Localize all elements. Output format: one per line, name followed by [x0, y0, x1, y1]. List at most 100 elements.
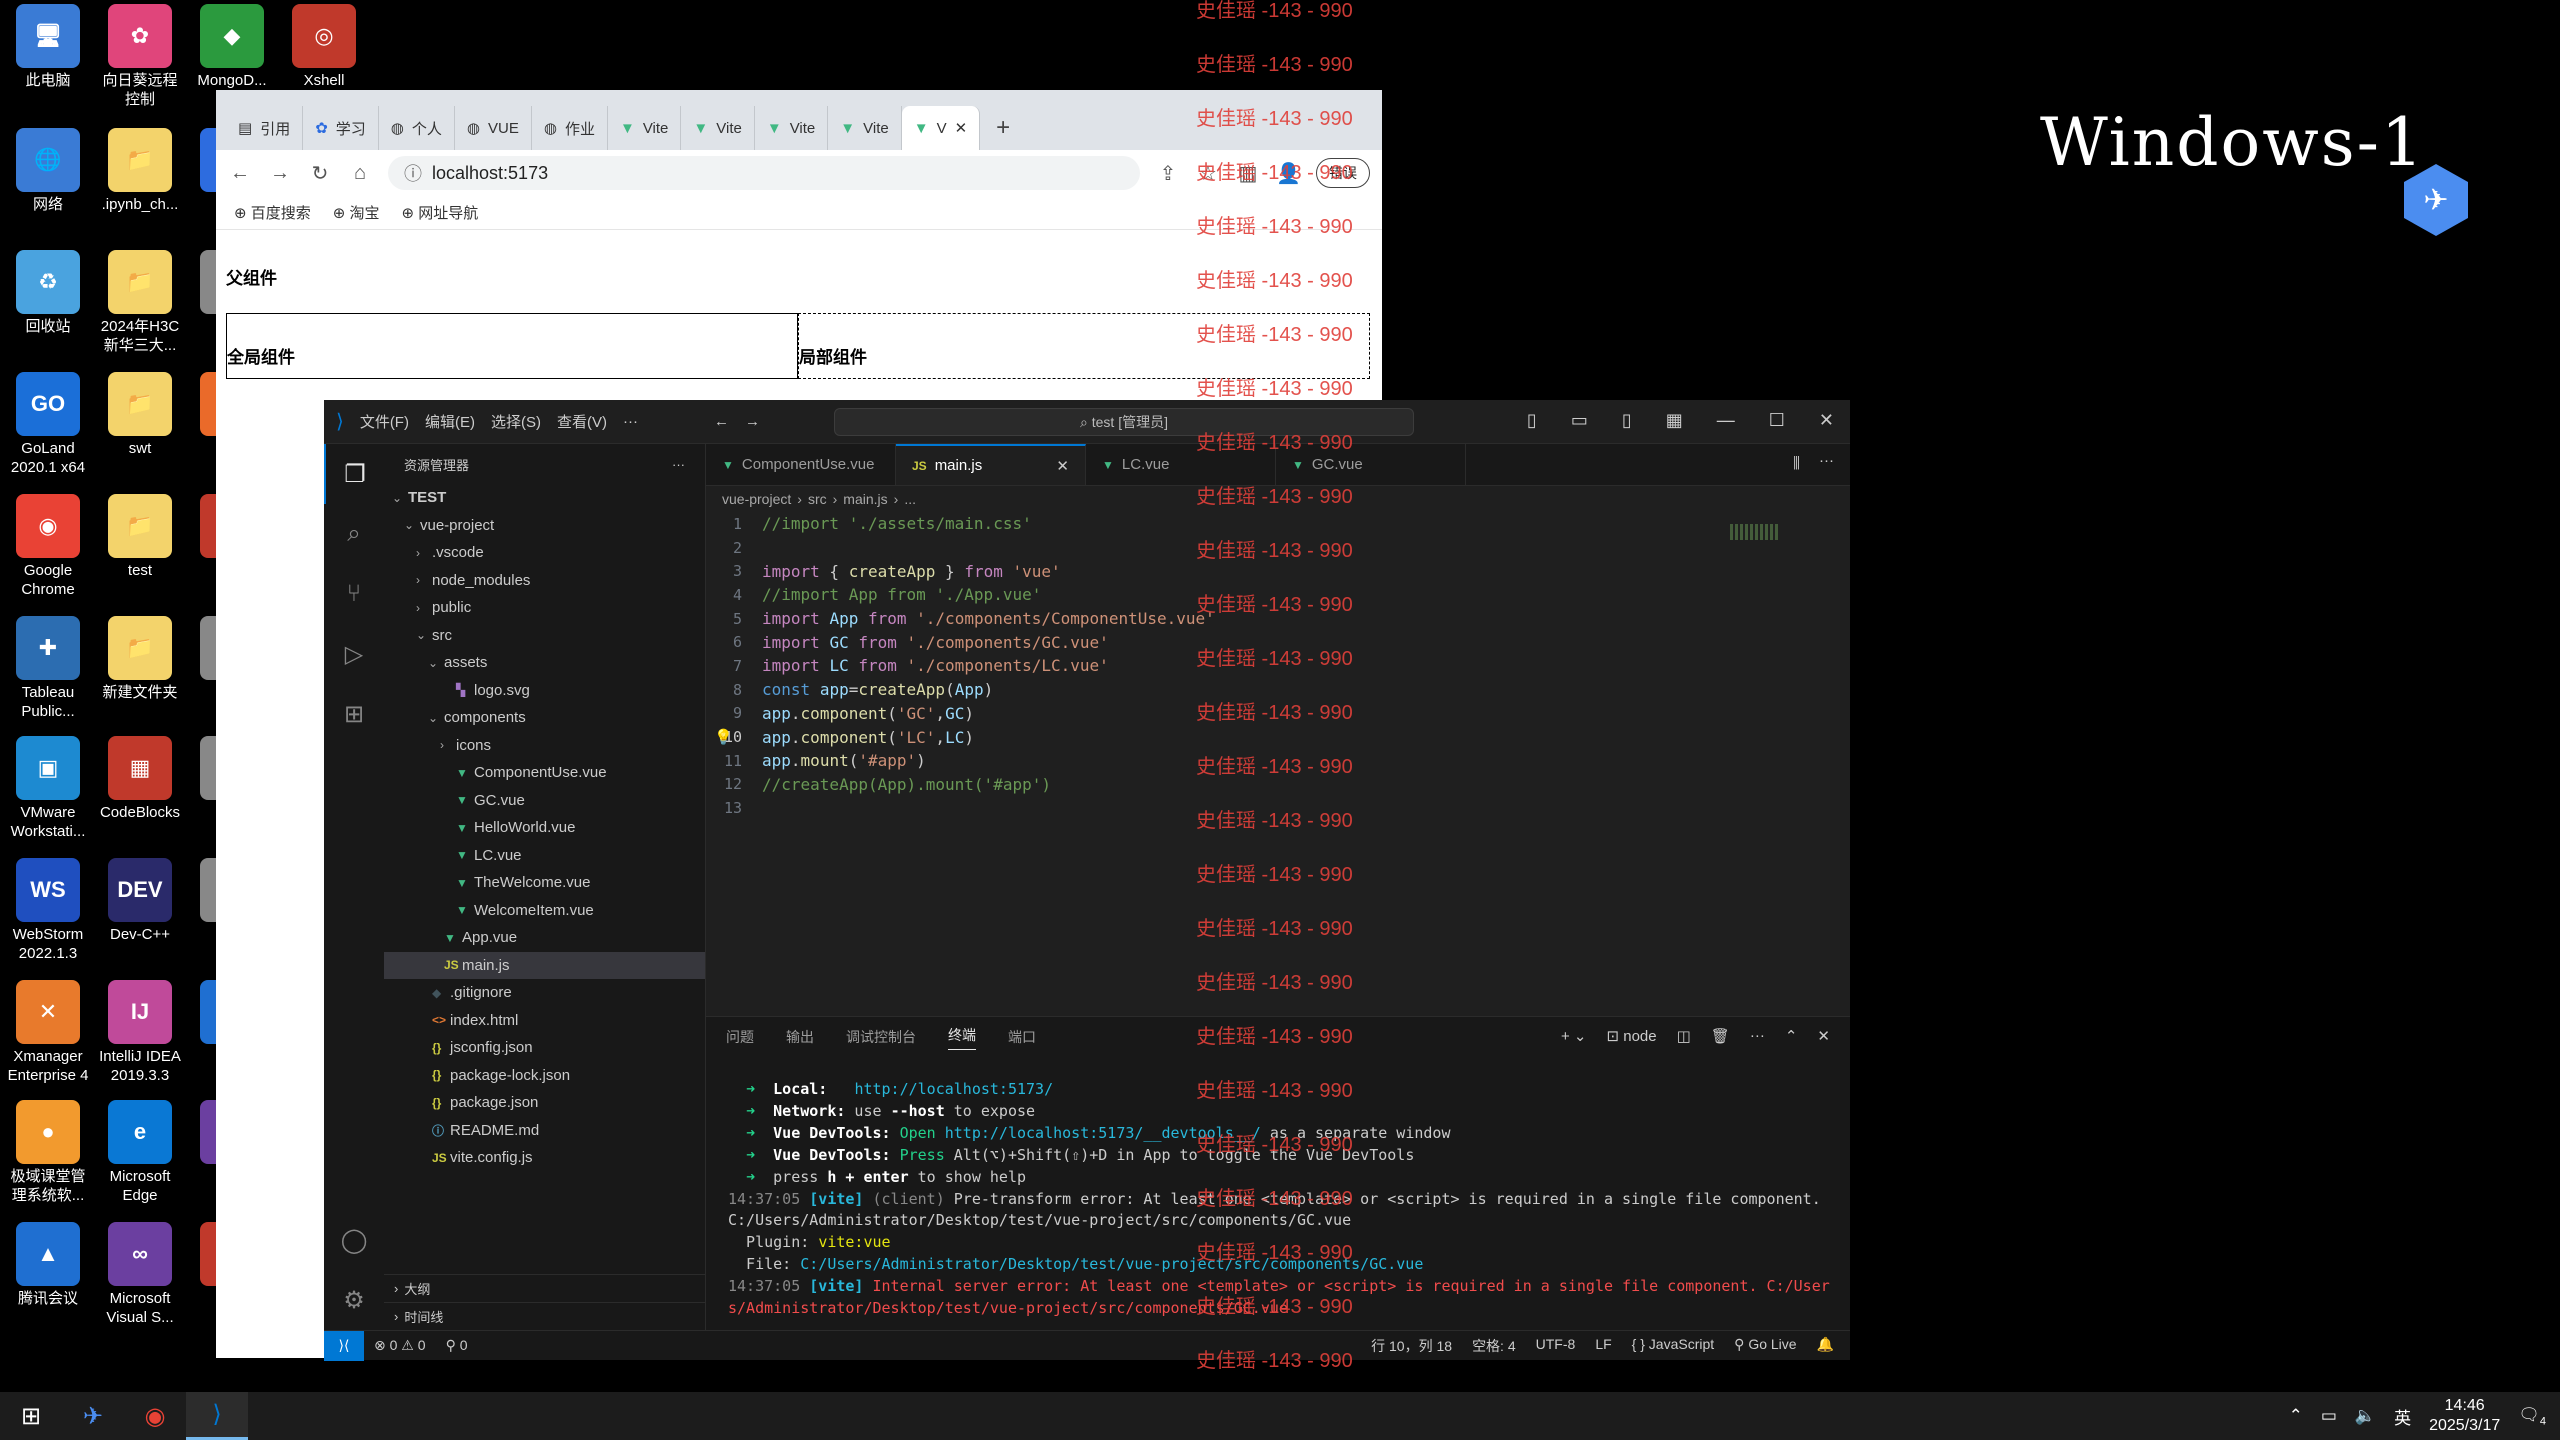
- desktop-icon[interactable]: ▣ VMware Workstati...: [0, 736, 96, 842]
- tree-folder[interactable]: ⌄ vue-project: [384, 512, 705, 540]
- toggle-panel-icon[interactable]: ▭: [1571, 410, 1588, 431]
- forward-icon[interactable]: →: [268, 162, 292, 185]
- network-icon[interactable]: ▭: [2321, 1406, 2337, 1426]
- menu-selection[interactable]: 选择(S): [491, 411, 541, 432]
- tree-file[interactable]: ▼ GC.vue: [384, 787, 705, 815]
- tree-file[interactable]: {} jsconfig.json: [384, 1034, 705, 1062]
- desktop-icon[interactable]: 📁 2024年H3C 新华三大...: [92, 250, 188, 356]
- run-debug-icon[interactable]: ▷: [324, 624, 384, 684]
- trash-icon[interactable]: 🗑: [1711, 1027, 1730, 1045]
- desktop-icon[interactable]: ♻ 回收站: [0, 250, 96, 337]
- remote-icon[interactable]: ⟩⟨: [324, 1330, 364, 1361]
- panel-tab[interactable]: 输出: [786, 1027, 814, 1047]
- clock[interactable]: 14:46 2025/3/17: [2429, 1396, 2500, 1436]
- browser-tab[interactable]: ▼ Vite: [681, 106, 755, 150]
- problems-status[interactable]: ⊗ 0 ⚠ 0: [374, 1337, 426, 1354]
- minimap[interactable]: [1730, 524, 1780, 540]
- share-icon[interactable]: ⇪: [1156, 161, 1180, 186]
- tree-file[interactable]: ▼ App.vue: [384, 924, 705, 952]
- editor-tab[interactable]: ▼ ComponentUse.vue: [706, 444, 896, 485]
- volume-icon[interactable]: 🔈: [2355, 1406, 2376, 1426]
- tree-folder[interactable]: ⌄ TEST: [384, 484, 705, 512]
- tray-overflow-icon[interactable]: ⌃: [2289, 1406, 2303, 1426]
- minimize-icon[interactable]: —: [1717, 410, 1735, 431]
- toggle-sidebar-icon[interactable]: ▯: [1527, 410, 1537, 431]
- tree-folder[interactable]: ⌄ src: [384, 622, 705, 650]
- desktop-icon[interactable]: 📁 test: [92, 494, 188, 581]
- desktop-icon[interactable]: ▲ 腾讯会议: [0, 1222, 96, 1309]
- breadcrumb-item[interactable]: ...: [904, 491, 916, 507]
- desktop-icon[interactable]: DEV Dev-C++: [92, 858, 188, 945]
- desktop-icon[interactable]: ✿ 向日葵远程 控制: [92, 4, 188, 110]
- browser-tab[interactable]: ▼ V ✕: [901, 106, 981, 150]
- tree-file[interactable]: JS main.js: [384, 951, 705, 979]
- browser-tab[interactable]: ▼ Vite: [828, 106, 902, 150]
- ime-indicator[interactable]: 英: [2394, 1404, 2411, 1429]
- desktop-icon[interactable]: e Microsoft Edge: [92, 1100, 188, 1206]
- breadcrumb-item[interactable]: vue-project: [722, 491, 791, 507]
- nav-back-icon[interactable]: ←: [714, 413, 729, 430]
- back-icon[interactable]: ←: [228, 162, 252, 185]
- desktop-icon[interactable]: 🖥 此电脑: [0, 4, 96, 91]
- maximize-icon[interactable]: ☐: [1769, 410, 1785, 431]
- menu-view[interactable]: 查看(V): [557, 411, 607, 432]
- lightbulb-icon[interactable]: 💡: [714, 728, 733, 746]
- notification-center-icon[interactable]: 🗨4: [2518, 1405, 2546, 1427]
- editor-tab[interactable]: JS main.js ✕: [896, 444, 1086, 485]
- encoding[interactable]: UTF-8: [1536, 1336, 1576, 1356]
- start-windows-icon[interactable]: ⊞: [0, 1392, 62, 1440]
- desktop-icon[interactable]: GO GoLand 2020.1 x64: [0, 372, 96, 478]
- desktop-icon[interactable]: ✚ Tableau Public...: [0, 616, 96, 722]
- bookmark-baidu[interactable]: ⊕ 百度搜索: [234, 202, 311, 223]
- tree-file[interactable]: ▼ LC.vue: [384, 842, 705, 870]
- desktop-icon[interactable]: WS WebStorm 2022.1.3: [0, 858, 96, 964]
- tree-file[interactable]: ◆ .gitignore: [384, 979, 705, 1007]
- close-icon[interactable]: ✕: [1819, 410, 1834, 431]
- tree-folder[interactable]: › node_modules: [384, 567, 705, 595]
- browser-tab[interactable]: ✿ 学习: [303, 106, 379, 150]
- tree-file[interactable]: {} package-lock.json: [384, 1062, 705, 1090]
- timeline-section[interactable]: › 时间线: [384, 1302, 705, 1330]
- taskbar-feishu-icon[interactable]: ✈: [62, 1392, 124, 1440]
- tree-file[interactable]: ▚ logo.svg: [384, 677, 705, 705]
- bookmark-nav[interactable]: ⊕ 网址导航: [402, 202, 479, 223]
- info-icon[interactable]: ⓘ: [404, 160, 422, 186]
- desktop-icon[interactable]: 📁 .ipynb_ch...: [92, 128, 188, 215]
- maximize-panel-icon[interactable]: ⌃: [1785, 1027, 1798, 1045]
- panel-tab[interactable]: 调试控制台: [846, 1027, 916, 1047]
- desktop-icon[interactable]: 📁 swt: [92, 372, 188, 459]
- panel-tab[interactable]: 端口: [1008, 1027, 1036, 1047]
- desktop-icon[interactable]: 📁 新建文件夹: [92, 616, 188, 703]
- tree-folder[interactable]: › public: [384, 594, 705, 622]
- accounts-icon[interactable]: ◯: [324, 1210, 384, 1270]
- desktop-icon[interactable]: ∞ Microsoft Visual S...: [92, 1222, 188, 1328]
- breadcrumb-item[interactable]: main.js: [843, 491, 887, 507]
- editor-more-icon[interactable]: ···: [1819, 452, 1834, 469]
- taskbar-chrome-icon[interactable]: ◉: [124, 1392, 186, 1440]
- menu-edit[interactable]: 编辑(E): [425, 411, 475, 432]
- tree-file[interactable]: ⓘ README.md: [384, 1117, 705, 1145]
- tree-file[interactable]: {} package.json: [384, 1089, 705, 1117]
- panel-tab[interactable]: 终端: [948, 1025, 976, 1050]
- bookmark-taobao[interactable]: ⊕ 淘宝: [333, 202, 380, 223]
- explorer-icon[interactable]: ❐: [324, 444, 384, 504]
- terminal-shell[interactable]: ⊡ node: [1606, 1027, 1656, 1045]
- split-editor-icon[interactable]: ⫼: [1793, 455, 1800, 472]
- search-view-icon[interactable]: ⌕: [324, 504, 384, 564]
- menu-file[interactable]: 文件(F): [360, 411, 409, 432]
- code-line[interactable]: 1 //import './assets/main.css': [706, 512, 1850, 536]
- taskbar-vscode-icon[interactable]: ⟩: [186, 1392, 248, 1440]
- browser-tab[interactable]: ▤ 引用: [226, 106, 304, 150]
- browser-tab[interactable]: ◍ 作业: [532, 106, 608, 150]
- code-line[interactable]: 10 app.component('LC',LC) 💡: [706, 725, 1850, 749]
- split-terminal-icon[interactable]: ◫: [1677, 1027, 1691, 1045]
- ports-status[interactable]: ⚲ 0: [446, 1337, 468, 1354]
- desktop-icon[interactable]: ▦ CodeBlocks: [92, 736, 188, 823]
- tree-file[interactable]: JS vite.config.js: [384, 1144, 705, 1172]
- source-control-icon[interactable]: ⑂: [324, 564, 384, 624]
- browser-tab[interactable]: ◍ VUE: [455, 106, 532, 150]
- panel-more-icon[interactable]: ···: [1750, 1027, 1765, 1045]
- tree-folder[interactable]: ⌄ components: [384, 704, 705, 732]
- extensions-icon[interactable]: ⊞: [324, 684, 384, 744]
- panel-tab[interactable]: 问题: [726, 1027, 754, 1047]
